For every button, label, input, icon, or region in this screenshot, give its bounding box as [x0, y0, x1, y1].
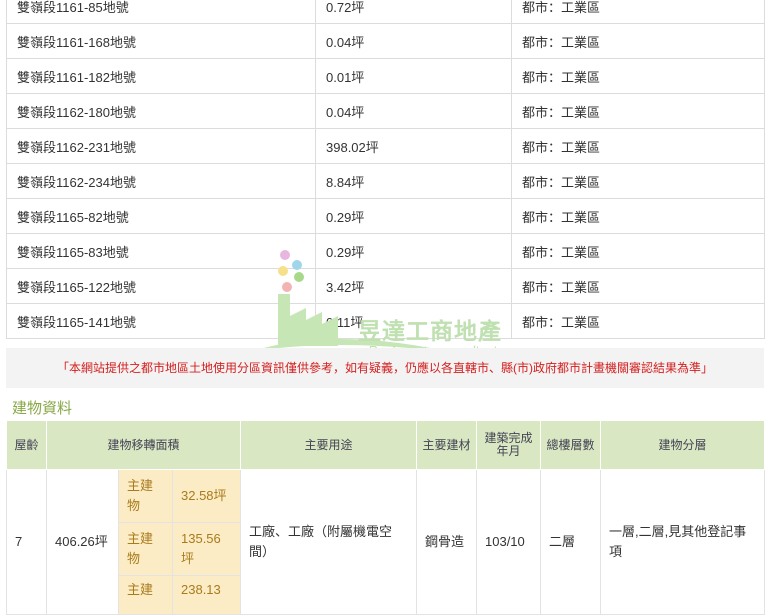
land-area-cell: 0.01坪 — [315, 58, 512, 94]
building-age-cell: 7 — [6, 469, 47, 615]
land-zoning-cell: 都市：工業區 — [511, 163, 765, 199]
zoning-disclaimer: 「本網站提供之都市地區土地使用分區資訊僅供參考，如有疑義，仍應以各直轄市、縣(市… — [6, 348, 764, 388]
table-row: 雙嶺段1162-231地號 398.02坪 都市：工業區 — [6, 128, 765, 164]
header-completed: 建築完成年月 — [476, 420, 541, 470]
building-material-cell: 鋼骨造 — [416, 469, 477, 615]
land-zoning-cell: 都市：工業區 — [511, 198, 765, 234]
building-header-row: 屋齡 建物移轉面積 主要用途 主要建材 建築完成年月 總樓層數 建物分層 — [6, 420, 765, 470]
sub-area-label: 主建物 — [118, 522, 173, 576]
header-usage: 主要用途 — [240, 420, 417, 470]
sub-area-value: 238.13 — [172, 575, 241, 615]
header-age: 屋齡 — [6, 420, 47, 470]
land-section-cell: 雙嶺段1161-85地號 — [6, 0, 316, 24]
sub-area-label: 主建 — [118, 575, 173, 615]
watermark-dot-pink — [280, 250, 290, 260]
table-row: 雙嶺段1161-85地號 0.72坪 都市：工業區 — [6, 0, 765, 24]
land-section-cell: 雙嶺段1165-82地號 — [6, 198, 316, 234]
building-total-area-cell: 406.26坪 — [46, 469, 119, 615]
watermark-dot-blue — [292, 260, 302, 270]
table-row: 雙嶺段1162-180地號 0.04坪 都市：工業區 — [6, 93, 765, 129]
building-table: 屋齡 建物移轉面積 主要用途 主要建材 建築完成年月 總樓層數 建物分層 7 4… — [6, 420, 765, 615]
table-row: 雙嶺段1165-82地號 0.29坪 都市：工業區 — [6, 198, 765, 234]
sub-area-label: 主建物 — [118, 469, 173, 523]
table-row: 7 406.26坪 主建物 32.58坪 工廠、工廠（附屬機電空間） 鋼骨造 1… — [6, 469, 765, 615]
watermark-dot-green — [294, 272, 304, 282]
land-zoning-cell: 都市：工業區 — [511, 128, 765, 164]
table-row: 雙嶺段1161-182地號 0.01坪 都市：工業區 — [6, 58, 765, 94]
land-zoning-cell: 都市：工業區 — [511, 93, 765, 129]
land-section-cell: 雙嶺段1162-231地號 — [6, 128, 316, 164]
building-floor-split-cell: 一層,二層,見其他登記事項 — [600, 469, 765, 615]
table-row: 雙嶺段1161-168地號 0.04坪 都市：工業區 — [6, 23, 765, 59]
land-area-cell: 0.72坪 — [315, 0, 512, 24]
building-floors-cell: 二層 — [540, 469, 601, 615]
land-section-cell: 雙嶺段1162-234地號 — [6, 163, 316, 199]
brand-watermark: 昱達工商地產 Real estate consultant — [250, 246, 530, 358]
land-zoning-cell: 都市：工業區 — [511, 233, 765, 269]
land-zoning-cell: 都市：工業區 — [511, 23, 765, 59]
building-usage-cell: 工廠、工廠（附屬機電空間） — [240, 469, 417, 615]
land-section-cell: 雙嶺段1162-180地號 — [6, 93, 316, 129]
header-floor-split: 建物分層 — [600, 420, 765, 470]
watermark-dot-yellow — [278, 266, 288, 276]
land-area-cell: 0.04坪 — [315, 93, 512, 129]
land-area-cell: 398.02坪 — [315, 128, 512, 164]
watermark-brand-text: 昱達工商地產 — [358, 319, 502, 345]
table-row: 雙嶺段1162-234地號 8.84坪 都市：工業區 — [6, 163, 765, 199]
header-area: 建物移轉面積 — [46, 420, 241, 470]
land-zoning-cell: 都市：工業區 — [511, 303, 765, 339]
header-material: 主要建材 — [416, 420, 477, 470]
sub-area-value: 135.56坪 — [172, 522, 241, 576]
land-area-cell: 0.29坪 — [315, 198, 512, 234]
header-floors: 總樓層數 — [540, 420, 601, 470]
land-zoning-cell: 都市：工業區 — [511, 268, 765, 304]
land-section-cell: 雙嶺段1161-182地號 — [6, 58, 316, 94]
land-section-cell: 雙嶺段1161-168地號 — [6, 23, 316, 59]
sub-area-value: 32.58坪 — [172, 469, 241, 523]
land-zoning-cell: 都市：工業區 — [511, 58, 765, 94]
land-zoning-cell: 都市：工業區 — [511, 0, 765, 24]
land-area-cell: 0.04坪 — [315, 23, 512, 59]
building-completed-cell: 103/10 — [476, 469, 541, 615]
land-area-cell: 8.84坪 — [315, 163, 512, 199]
building-section-title: 建物資料 — [12, 400, 73, 417]
